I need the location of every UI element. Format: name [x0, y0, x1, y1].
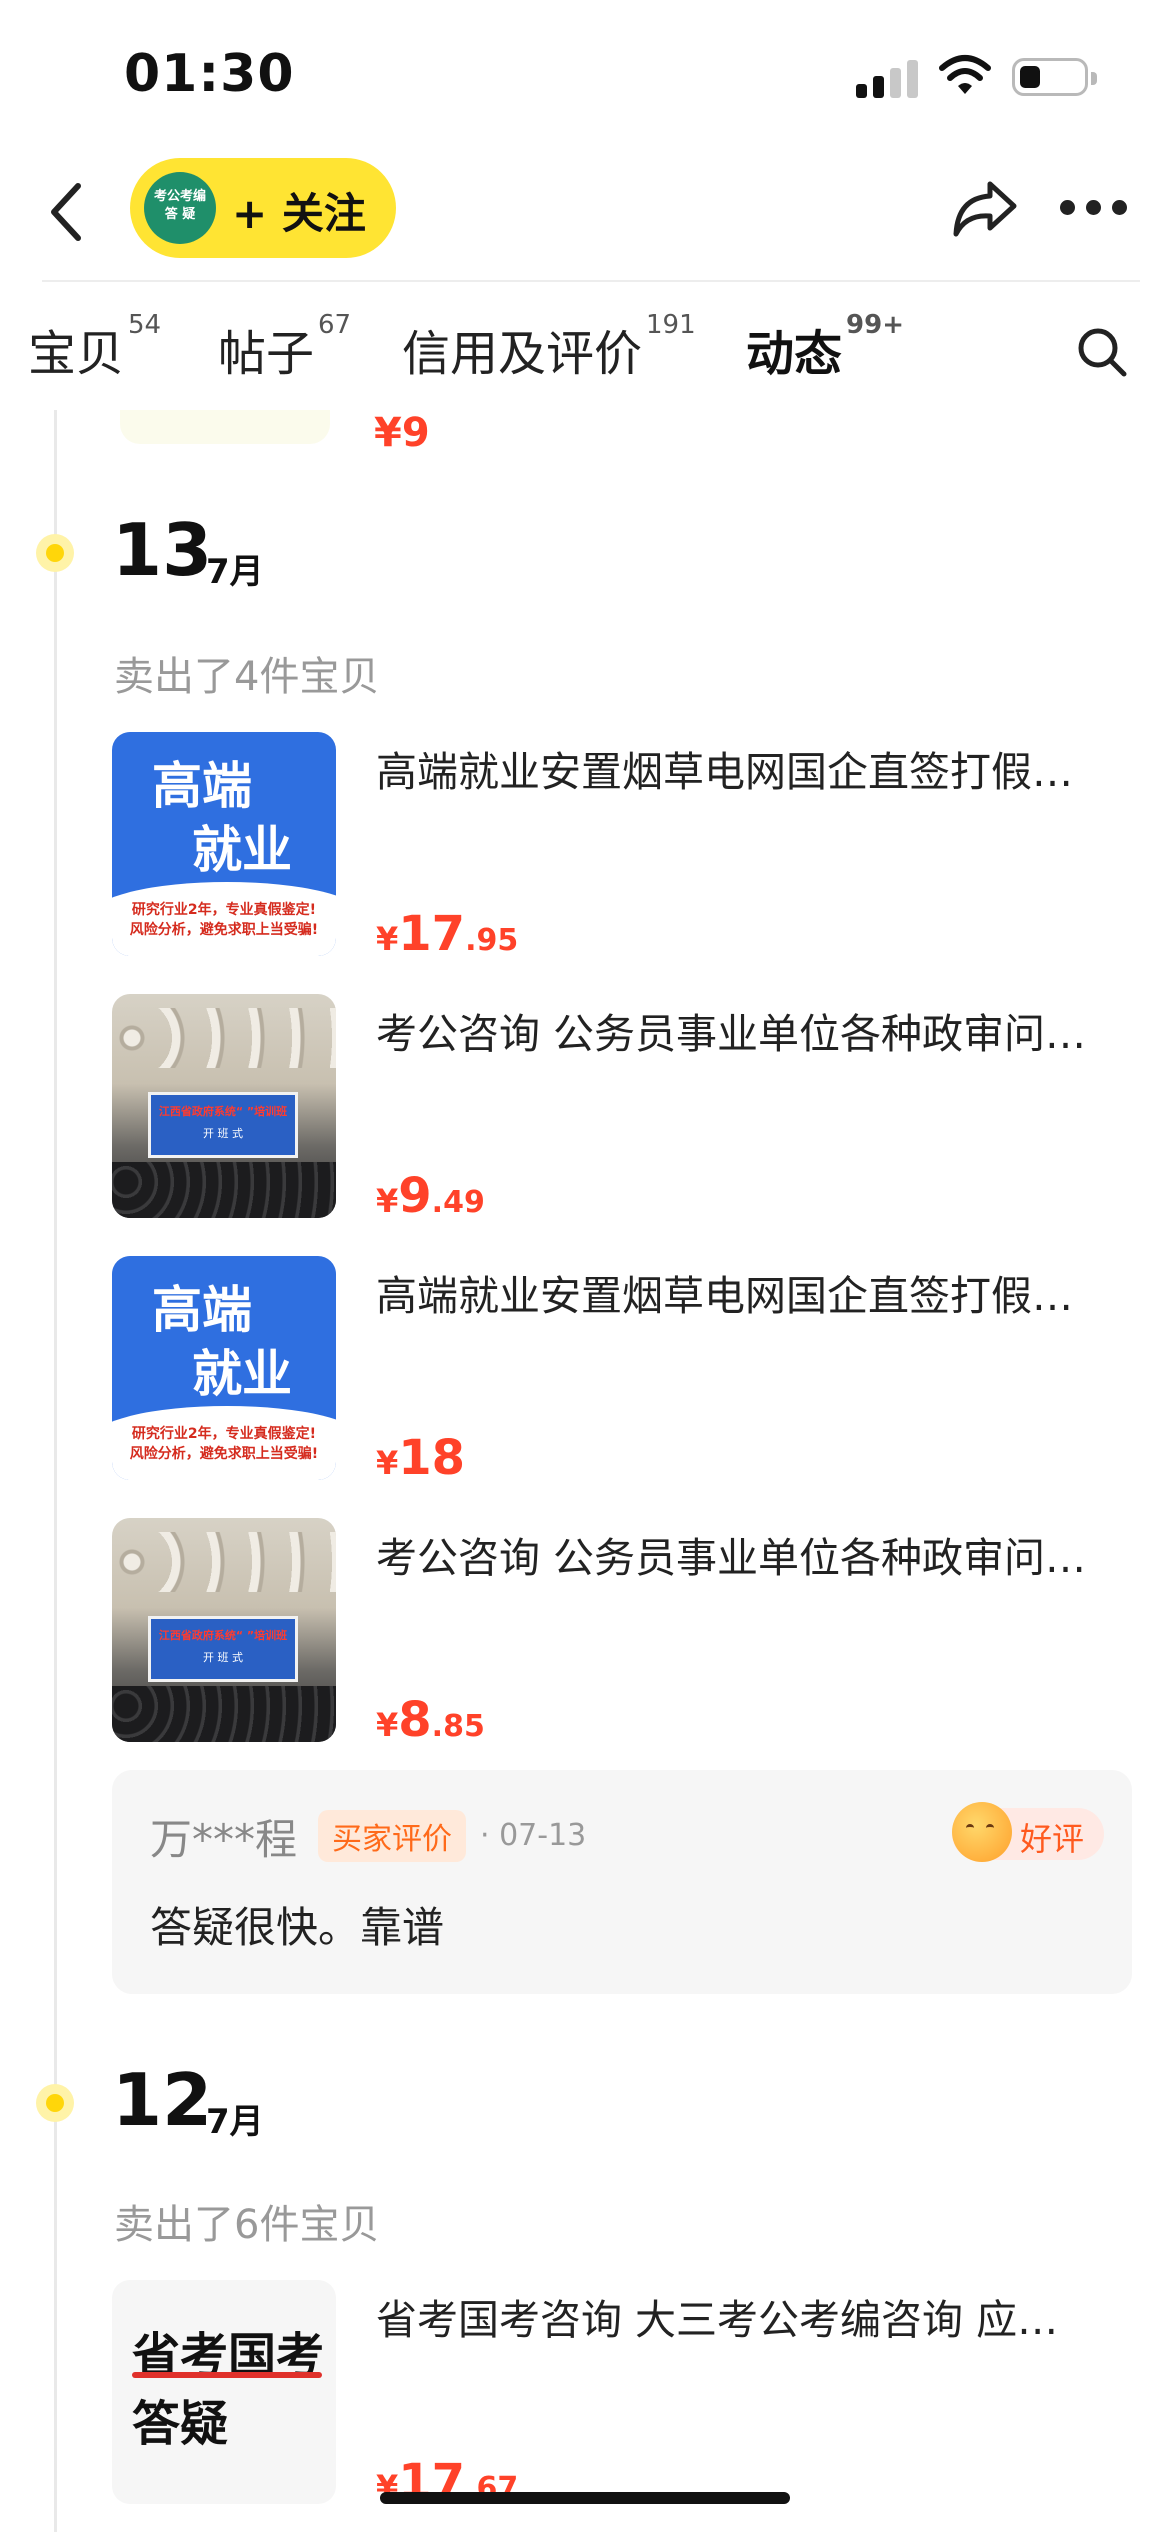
item-title: 考公咨询 公务员事业单位各种政审问… — [376, 1010, 1087, 1058]
sold-summary: 卖出了4件宝贝 — [114, 654, 380, 700]
item-thumbnail: 江西省政府系统“ ”培训班开 班 式 — [112, 994, 336, 1218]
reviewer-name: 万***程 — [150, 1815, 298, 1864]
more-options-icon[interactable] — [1060, 200, 1130, 216]
shop-avatar: 考公考编 答 疑 — [144, 172, 216, 244]
review-date: · 07-13 — [480, 1818, 587, 1853]
item-thumbnail: 高端 就业 研究行业2年，专业真假鉴定! 风险分析，避免求职上当受骗! — [112, 1256, 336, 1480]
status-bar: 01:30 — [0, 0, 1170, 150]
sold-item-card[interactable]: 省考国考 答疑 省考国考咨询 大三考公考编咨询 应… ¥17.67 — [112, 2280, 1132, 2510]
sold-item-card[interactable]: 高端 就业 研究行业2年，专业真假鉴定! 风险分析，避免求职上当受骗! 高端就业安置… — [112, 1256, 1132, 1486]
tab-credit-reviews[interactable]: 信用及评价191 — [402, 310, 696, 384]
sold-item-card[interactable]: 江西省政府系统“ ”培训班开 班 式 考公咨询 公务员事业单位各种政审问… ¥9… — [112, 994, 1132, 1224]
follow-shop-chip[interactable]: 考公考编 答 疑 + 关注 — [130, 158, 396, 258]
sold-summary: 卖出了6件宝贝 — [114, 2202, 380, 2248]
sold-item-card[interactable]: 江西省政府系统“ ”培训班开 班 式 考公咨询 公务员事业单位各种政审问… ¥8… — [112, 1518, 1132, 1748]
back-arrow-icon[interactable] — [40, 172, 100, 252]
item-title: 省考国考咨询 大三考公考编咨询 应… — [376, 2296, 1059, 2344]
smiley-face-icon — [952, 1802, 1012, 1862]
activity-feed[interactable]: ¥9 13 7月 卖出了4件宝贝 高端 就业 研究行业2年，专业真假鉴定! 风险分析… — [0, 410, 1170, 2532]
timeline-line — [54, 410, 57, 2532]
date-month: 7月 — [206, 2102, 264, 2142]
shop-header: 考公考编 答 疑 + 关注 — [0, 150, 1170, 280]
sold-item-card[interactable]: 高端 就业 研究行业2年，专业真假鉴定! 风险分析，避免求职上当受骗! 高端就业安置… — [112, 732, 1132, 962]
date-month: 7月 — [206, 552, 264, 592]
buyer-review-card[interactable]: 万***程 买家评价 · 07-13 好评 答疑很快。靠谱 — [112, 1770, 1132, 1994]
follow-button[interactable]: + 关注 — [232, 180, 366, 241]
tab-items[interactable]: 宝贝54 — [28, 310, 161, 384]
item-thumbnail: 江西省政府系统“ ”培训班开 班 式 — [112, 1518, 336, 1742]
share-icon[interactable] — [950, 176, 1020, 240]
item-price: ¥8.85 — [376, 1692, 485, 1748]
item-price: ¥17.95 — [376, 906, 519, 962]
buyer-review-tag: 买家评价 — [318, 1810, 466, 1862]
home-indicator[interactable] — [380, 2492, 790, 2504]
date-day: 12 — [112, 2058, 213, 2142]
date-day: 13 — [112, 508, 213, 592]
timeline-dot — [36, 534, 74, 572]
tab-activity[interactable]: 动态99+ — [744, 310, 904, 384]
good-rating-badge: 好评 — [952, 1802, 1104, 1862]
item-thumbnail: 高端 就业 研究行业2年，专业真假鉴定! 风险分析，避免求职上当受骗! — [112, 732, 336, 956]
item-title: 考公咨询 公务员事业单位各种政审问… — [376, 1534, 1087, 1582]
header-divider — [42, 280, 1140, 282]
tab-posts[interactable]: 帖子67 — [218, 310, 351, 384]
item-title: 高端就业安置烟草电网国企直签打假… — [376, 1272, 1073, 1320]
previous-item-price: ¥9 — [374, 410, 430, 456]
cellular-signal-icon — [856, 58, 918, 98]
wifi-icon — [939, 55, 991, 94]
item-thumbnail: 省考国考 答疑 — [112, 2280, 336, 2504]
tab-bar: 宝贝54 帖子67 信用及评价191 动态99+ — [0, 300, 1170, 410]
timeline-dot — [36, 2084, 74, 2122]
item-title: 高端就业安置烟草电网国企直签打假… — [376, 748, 1073, 796]
status-time: 01:30 — [124, 44, 295, 104]
review-text: 答疑很快。靠谱 — [150, 1903, 445, 1952]
previous-item-thumb — [120, 410, 330, 444]
item-price: ¥9.49 — [376, 1168, 485, 1224]
search-icon[interactable] — [1074, 324, 1130, 380]
battery-icon — [1012, 58, 1097, 96]
item-price: ¥18 — [376, 1430, 466, 1486]
